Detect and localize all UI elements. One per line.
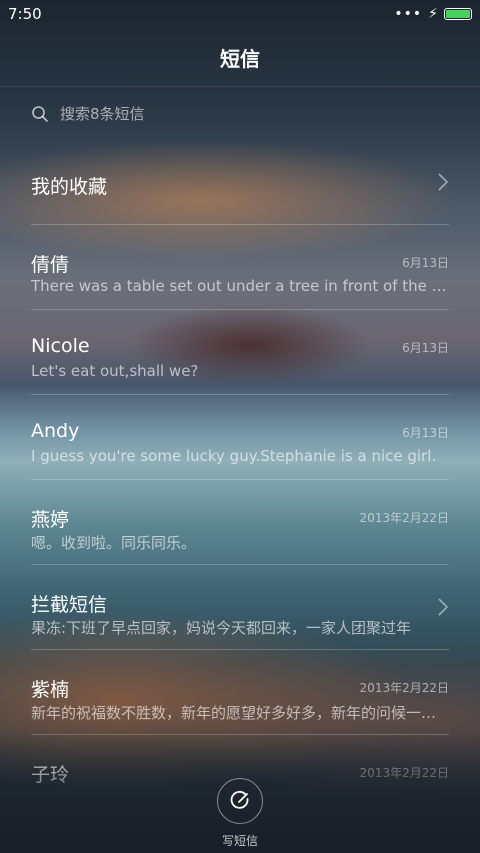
conversation-preview: Let's eat out,shall we? <box>31 362 199 380</box>
search-input[interactable] <box>58 103 362 124</box>
conversation-name: 拦截短信 <box>31 594 108 616</box>
conversation-date: 2013年2月22日 <box>359 681 449 695</box>
conversation-date: 2013年2月22日 <box>359 766 449 780</box>
list-item-favorites[interactable]: 我的收藏 <box>31 140 449 225</box>
conversation-preview: 新年的祝福数不胜数，新年的愿望好多好多，新年的问候一声声 <box>31 704 448 722</box>
chevron-right-icon <box>438 598 449 616</box>
conversation-preview: 果冻:下班了早点回家，妈说今天都回来，一家人团聚过年 <box>31 619 412 637</box>
more-dots-icon: ••• <box>394 6 423 22</box>
status-bar: 7:50 ••• ⚡ <box>0 0 480 28</box>
battery-icon <box>444 8 472 20</box>
list-item[interactable]: 倩倩 6月13日 There was a table set out under… <box>31 225 449 310</box>
list-item[interactable]: Nicole 6月13日 Let's eat out,shall we? <box>31 310 449 395</box>
conversation-date: 6月13日 <box>402 426 449 440</box>
status-time: 7:50 <box>8 5 42 23</box>
compose-button[interactable] <box>217 778 263 824</box>
conversation-name: 燕婷 <box>31 509 70 531</box>
search-icon <box>32 105 48 122</box>
conversation-name: 子玲 <box>31 764 70 785</box>
search-bar[interactable] <box>0 86 480 140</box>
list-item[interactable]: 紫楠 2013年2月22日 新年的祝福数不胜数，新年的愿望好多好多，新年的问候一… <box>31 650 449 735</box>
compose-label: 写短信 <box>221 834 258 848</box>
charging-icon: ⚡ <box>428 6 438 22</box>
compose-icon <box>230 790 249 809</box>
conversation-date: 6月13日 <box>402 341 449 355</box>
list-item[interactable]: Andy 6月13日 I guess you're some lucky guy… <box>31 395 449 480</box>
conversation-preview: I guess you're some lucky guy.Stephanie … <box>31 447 437 465</box>
page-title: 短信 <box>220 46 260 71</box>
conversation-list: 我的收藏 倩倩 6月13日 There was a table set out … <box>0 140 480 785</box>
conversation-name: 我的收藏 <box>31 176 108 198</box>
battery-level <box>446 10 470 18</box>
list-item[interactable]: 燕婷 2013年2月22日 嗯。收到啦。同乐同乐。 <box>31 480 449 565</box>
conversation-preview: 嗯。收到啦。同乐同乐。 <box>31 534 197 552</box>
list-item-blocked-messages[interactable]: 拦截短信 果冻:下班了早点回家，妈说今天都回来，一家人团聚过年 <box>31 565 449 650</box>
chevron-right-icon <box>438 173 449 191</box>
app-header: 短信 <box>0 28 480 86</box>
conversation-date: 2013年2月22日 <box>359 511 449 525</box>
conversation-name: Andy <box>31 420 80 442</box>
conversation-preview: There was a table set out under a tree i… <box>31 277 448 295</box>
conversation-name: 紫楠 <box>31 679 70 701</box>
conversation-name: 倩倩 <box>31 254 70 276</box>
conversation-name: Nicole <box>31 335 90 357</box>
conversation-date: 6月13日 <box>402 256 449 270</box>
status-icons: ••• ⚡ <box>394 6 472 22</box>
